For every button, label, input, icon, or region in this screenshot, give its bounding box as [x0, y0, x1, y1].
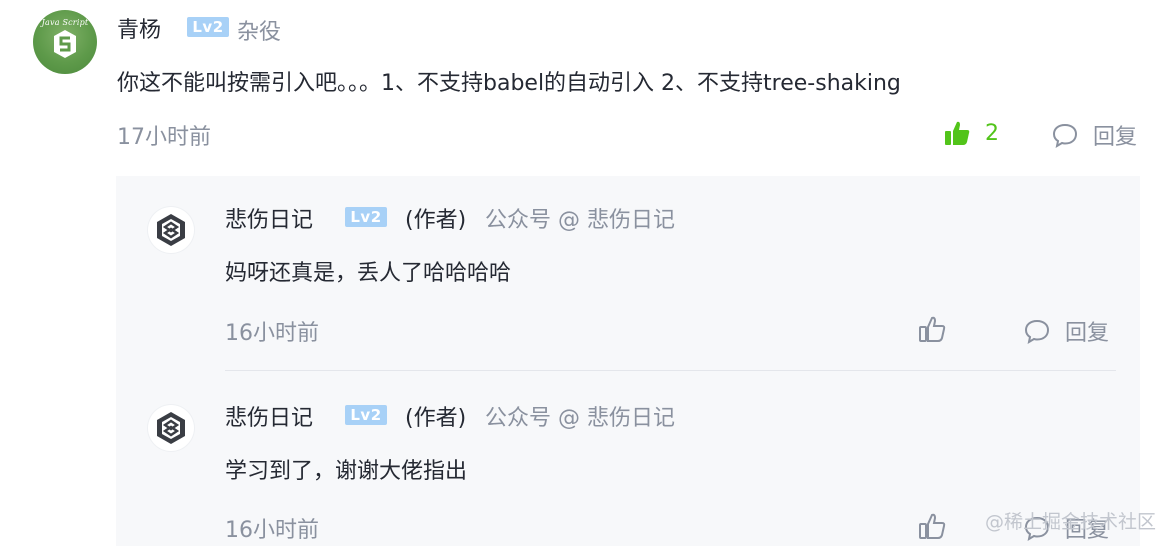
comment-content: 你这不能叫按需引入吧。。。1、不支持babel的自动引入 2、不支持tree-s… [117, 71, 901, 96]
reply-avatar[interactable] [148, 207, 194, 253]
reply-username[interactable]: 悲伤日记 [225, 400, 313, 432]
comment-icon [1052, 123, 1078, 149]
reply-username[interactable]: 悲伤日记 [225, 202, 313, 234]
thumbs-up-icon [919, 513, 946, 539]
javascript-s-icon [54, 30, 76, 58]
thumbs-up-icon [945, 121, 970, 145]
thumbs-up-icon [919, 316, 946, 342]
reply-button[interactable]: 回复 [1051, 119, 1137, 151]
reply-button[interactable]: 回复 [1023, 315, 1109, 347]
comment-icon [1024, 319, 1050, 345]
author-tag: (作者) [405, 406, 467, 431]
reply-content: 妈呀还真是，丢人了哈哈哈哈 [225, 261, 512, 286]
level-badge: Lv2 [345, 405, 387, 425]
like-button[interactable] [918, 315, 960, 343]
user-avatar[interactable]: Java Script [33, 10, 97, 74]
level-badge: Lv2 [345, 207, 387, 227]
user-title: 公众号 @ 悲伤日记 [485, 406, 675, 431]
author-tag: (作者) [405, 208, 467, 233]
comment-time: 17小时前 [117, 125, 211, 150]
comment-username[interactable]: 青杨 [117, 12, 161, 44]
user-title: 公众号 @ 悲伤日记 [485, 208, 675, 233]
like-count: 2 [985, 120, 999, 146]
reply-time: 16小时前 [225, 321, 319, 346]
level-badge: Lv2 [187, 17, 229, 37]
reply-content: 学习到了，谢谢大佬指出 [225, 459, 468, 484]
reply-label: 回复 [1093, 125, 1138, 150]
like-button[interactable]: 2 [943, 119, 999, 147]
avatar-label: Java Script [41, 18, 89, 27]
brand-logo-avatar [157, 214, 185, 246]
watermark: @稀土掘金技术社区 [985, 511, 1157, 533]
user-title: 杂役 [237, 20, 282, 45]
reply-divider [225, 370, 1116, 371]
reply-avatar[interactable] [148, 405, 194, 451]
reply-time: 16小时前 [225, 518, 319, 543]
like-button[interactable] [918, 512, 960, 540]
reply-label: 回复 [1065, 321, 1110, 346]
brand-logo-avatar [157, 412, 185, 444]
